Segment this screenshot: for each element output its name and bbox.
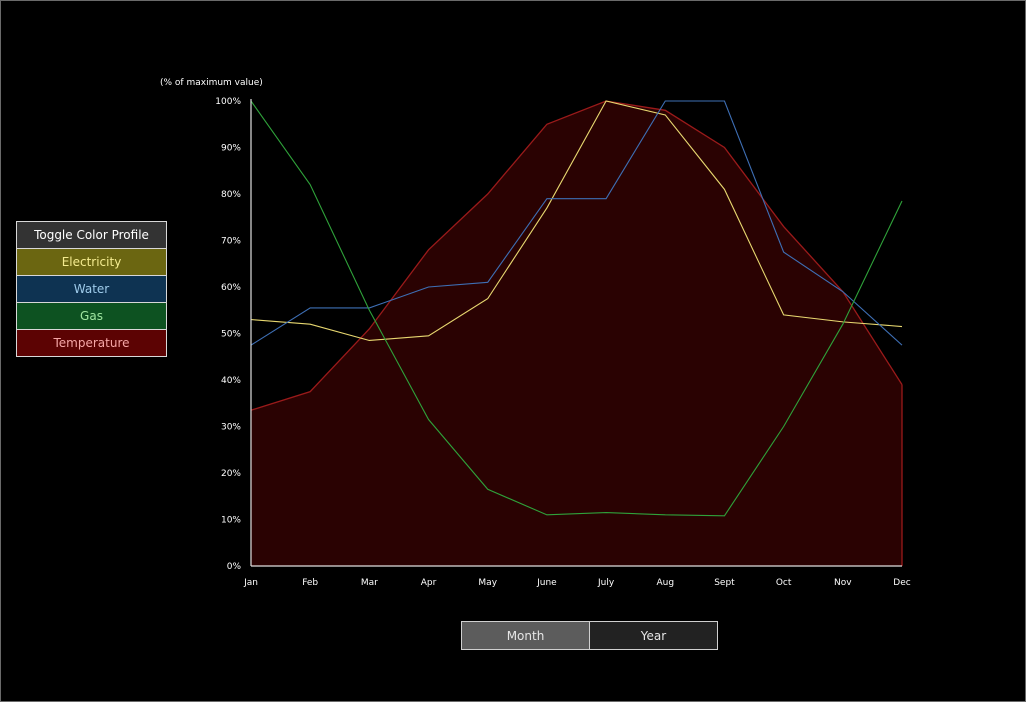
x-tick-label: Nov <box>834 578 852 588</box>
y-tick-label: 40% <box>221 376 241 386</box>
x-tick-label: Feb <box>302 578 318 588</box>
tab-month[interactable]: Month <box>461 621 590 650</box>
x-tick-label: June <box>536 578 557 588</box>
y-tick-label: 30% <box>221 423 241 433</box>
x-tick-label: Dec <box>893 578 910 588</box>
x-tick-label: May <box>478 578 497 588</box>
period-tabs: Month Year <box>461 621 718 650</box>
y-tick-label: 0% <box>227 562 242 572</box>
y-tick-label: 60% <box>221 283 241 293</box>
x-tick-label: Jan <box>243 578 258 588</box>
y-tick-label: 80% <box>221 190 241 200</box>
legend-item-temperature[interactable]: Temperature <box>16 329 167 357</box>
toggle-color-profile-button[interactable]: Toggle Color Profile <box>16 221 167 249</box>
x-tick-label: Aug <box>656 578 674 588</box>
x-tick-label: Oct <box>776 578 792 588</box>
y-axis-title: (% of maximum value) <box>160 78 263 88</box>
x-tick-label: Apr <box>421 578 437 588</box>
y-tick-label: 20% <box>221 469 241 479</box>
y-tick-label: 50% <box>221 330 241 340</box>
area-temperature <box>251 101 902 566</box>
y-tick-label: 100% <box>215 97 241 107</box>
x-tick-label: Sept <box>714 578 735 588</box>
tab-year[interactable]: Year <box>589 621 718 650</box>
legend-panel: Toggle Color Profile Electricity Water Gas… <box>16 221 167 357</box>
x-tick-label: July <box>597 578 615 588</box>
y-tick-label: 70% <box>221 237 241 247</box>
y-tick-label: 90% <box>221 144 241 154</box>
x-tick-label: Mar <box>361 578 378 588</box>
legend-item-gas[interactable]: Gas <box>16 302 167 330</box>
legend-item-water[interactable]: Water <box>16 275 167 303</box>
y-tick-label: 10% <box>221 516 241 526</box>
legend-item-electricity[interactable]: Electricity <box>16 248 167 276</box>
